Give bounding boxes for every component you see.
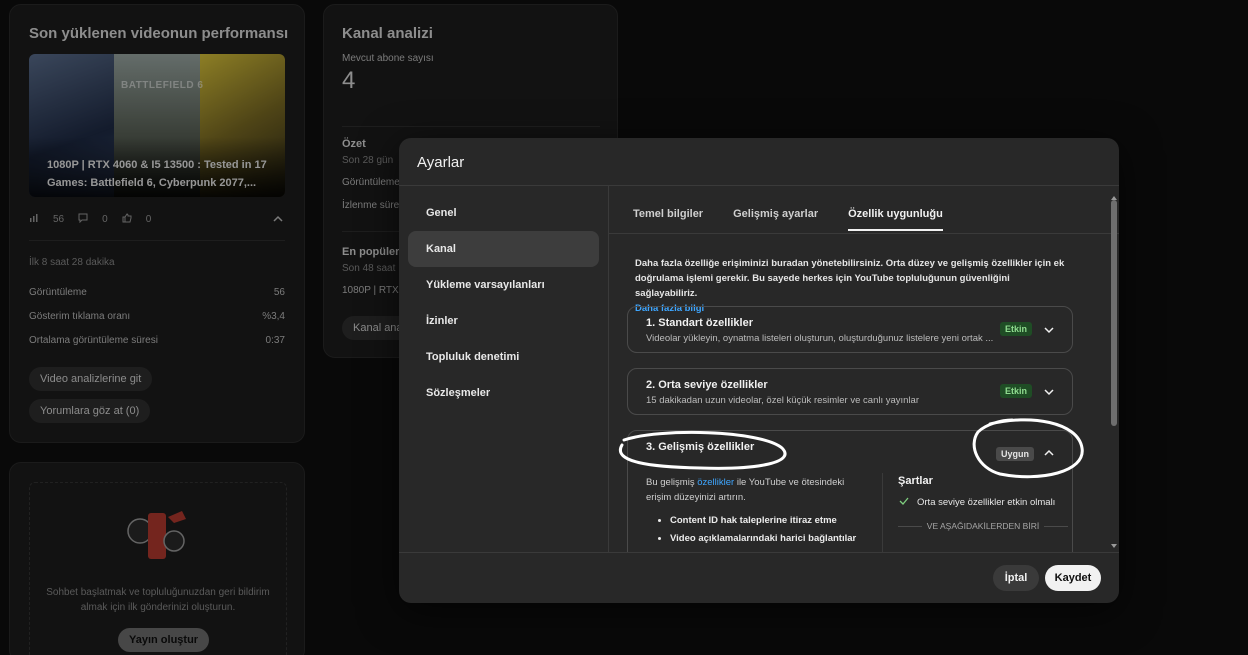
advanced-description: Bu gelişmiş özellikler ile YouTube ve öt… xyxy=(646,475,866,549)
status-badge: Etkin xyxy=(999,384,1032,398)
tab-feature-eligibility[interactable]: Özellik uygunluğu xyxy=(848,208,943,231)
scrollbar-thumb[interactable] xyxy=(1111,200,1117,426)
intro-text: Daha fazla özelliğe erişiminizi buradan … xyxy=(635,258,1065,299)
requirements-panel: Şartlar Orta seviye özellikler etkin olm… xyxy=(898,475,1068,531)
nav-agreements[interactable]: Sözleşmeler xyxy=(408,375,599,411)
nav-community-moderation[interactable]: Topluluk denetimi xyxy=(408,339,599,375)
requirement-item: Orta seviye özellikler etkin olmalı xyxy=(898,495,1068,512)
feature-title: 2. Orta seviye özellikler xyxy=(646,379,768,391)
list-item: Video açıklamalarındaki harici bağlantıl… xyxy=(670,531,866,546)
tab-advanced-settings[interactable]: Gelişmiş ayarlar xyxy=(733,208,818,231)
settings-dialog: Ayarlar Genel Kanal Yükleme varsayılanla… xyxy=(399,138,1119,603)
checkmark-icon xyxy=(898,495,910,512)
chevron-up-icon[interactable] xyxy=(1042,446,1056,460)
nav-channel[interactable]: Kanal xyxy=(408,231,599,267)
advanced-feature-list: Content ID hak taleplerine itiraz etme V… xyxy=(646,513,866,546)
tab-basic-info[interactable]: Temel bilgiler xyxy=(633,208,703,231)
feature-standard[interactable]: 1. Standart özellikler Videolar yükleyin… xyxy=(627,306,1073,353)
requirements-title: Şartlar xyxy=(898,475,933,487)
settings-tabs: Temel bilgiler Gelişmiş ayarlar Özellik … xyxy=(633,208,943,231)
feature-intermediate[interactable]: 2. Orta seviye özellikler 15 dakikadan u… xyxy=(627,368,1073,415)
save-button[interactable]: Kaydet xyxy=(1045,565,1101,591)
nav-permissions[interactable]: İzinler xyxy=(408,303,599,339)
list-item: Content ID hak taleplerine itiraz etme xyxy=(670,513,866,528)
settings-content: Temel bilgiler Gelişmiş ayarlar Özellik … xyxy=(609,186,1119,552)
dialog-title: Ayarlar xyxy=(417,154,465,171)
status-badge: Uygun xyxy=(996,447,1034,461)
nav-upload-defaults[interactable]: Yükleme varsayılanları xyxy=(408,267,599,303)
feature-advanced: 3. Gelişmiş özellikler Uygun Bu gelişmiş… xyxy=(627,430,1073,552)
feature-desc: 15 dakikadan uzun videolar, özel küçük r… xyxy=(646,395,920,406)
feature-title[interactable]: 3. Gelişmiş özellikler xyxy=(646,441,754,453)
features-link[interactable]: özellikler xyxy=(697,477,734,488)
feature-desc: Videolar yükleyin, oynatma listeleri olu… xyxy=(646,333,994,344)
feature-title: 1. Standart özellikler xyxy=(646,317,753,329)
cancel-button[interactable]: İptal xyxy=(993,565,1039,591)
requirement-separator: VE AŞAĞIDAKİLERDEN BİRİ xyxy=(898,521,1068,531)
nav-general[interactable]: Genel xyxy=(408,195,599,231)
chevron-down-icon[interactable] xyxy=(1042,323,1056,337)
settings-sidebar: Genel Kanal Yükleme varsayılanları İzinl… xyxy=(399,195,608,411)
status-badge: Etkin xyxy=(999,322,1032,336)
chevron-down-icon[interactable] xyxy=(1042,385,1056,399)
